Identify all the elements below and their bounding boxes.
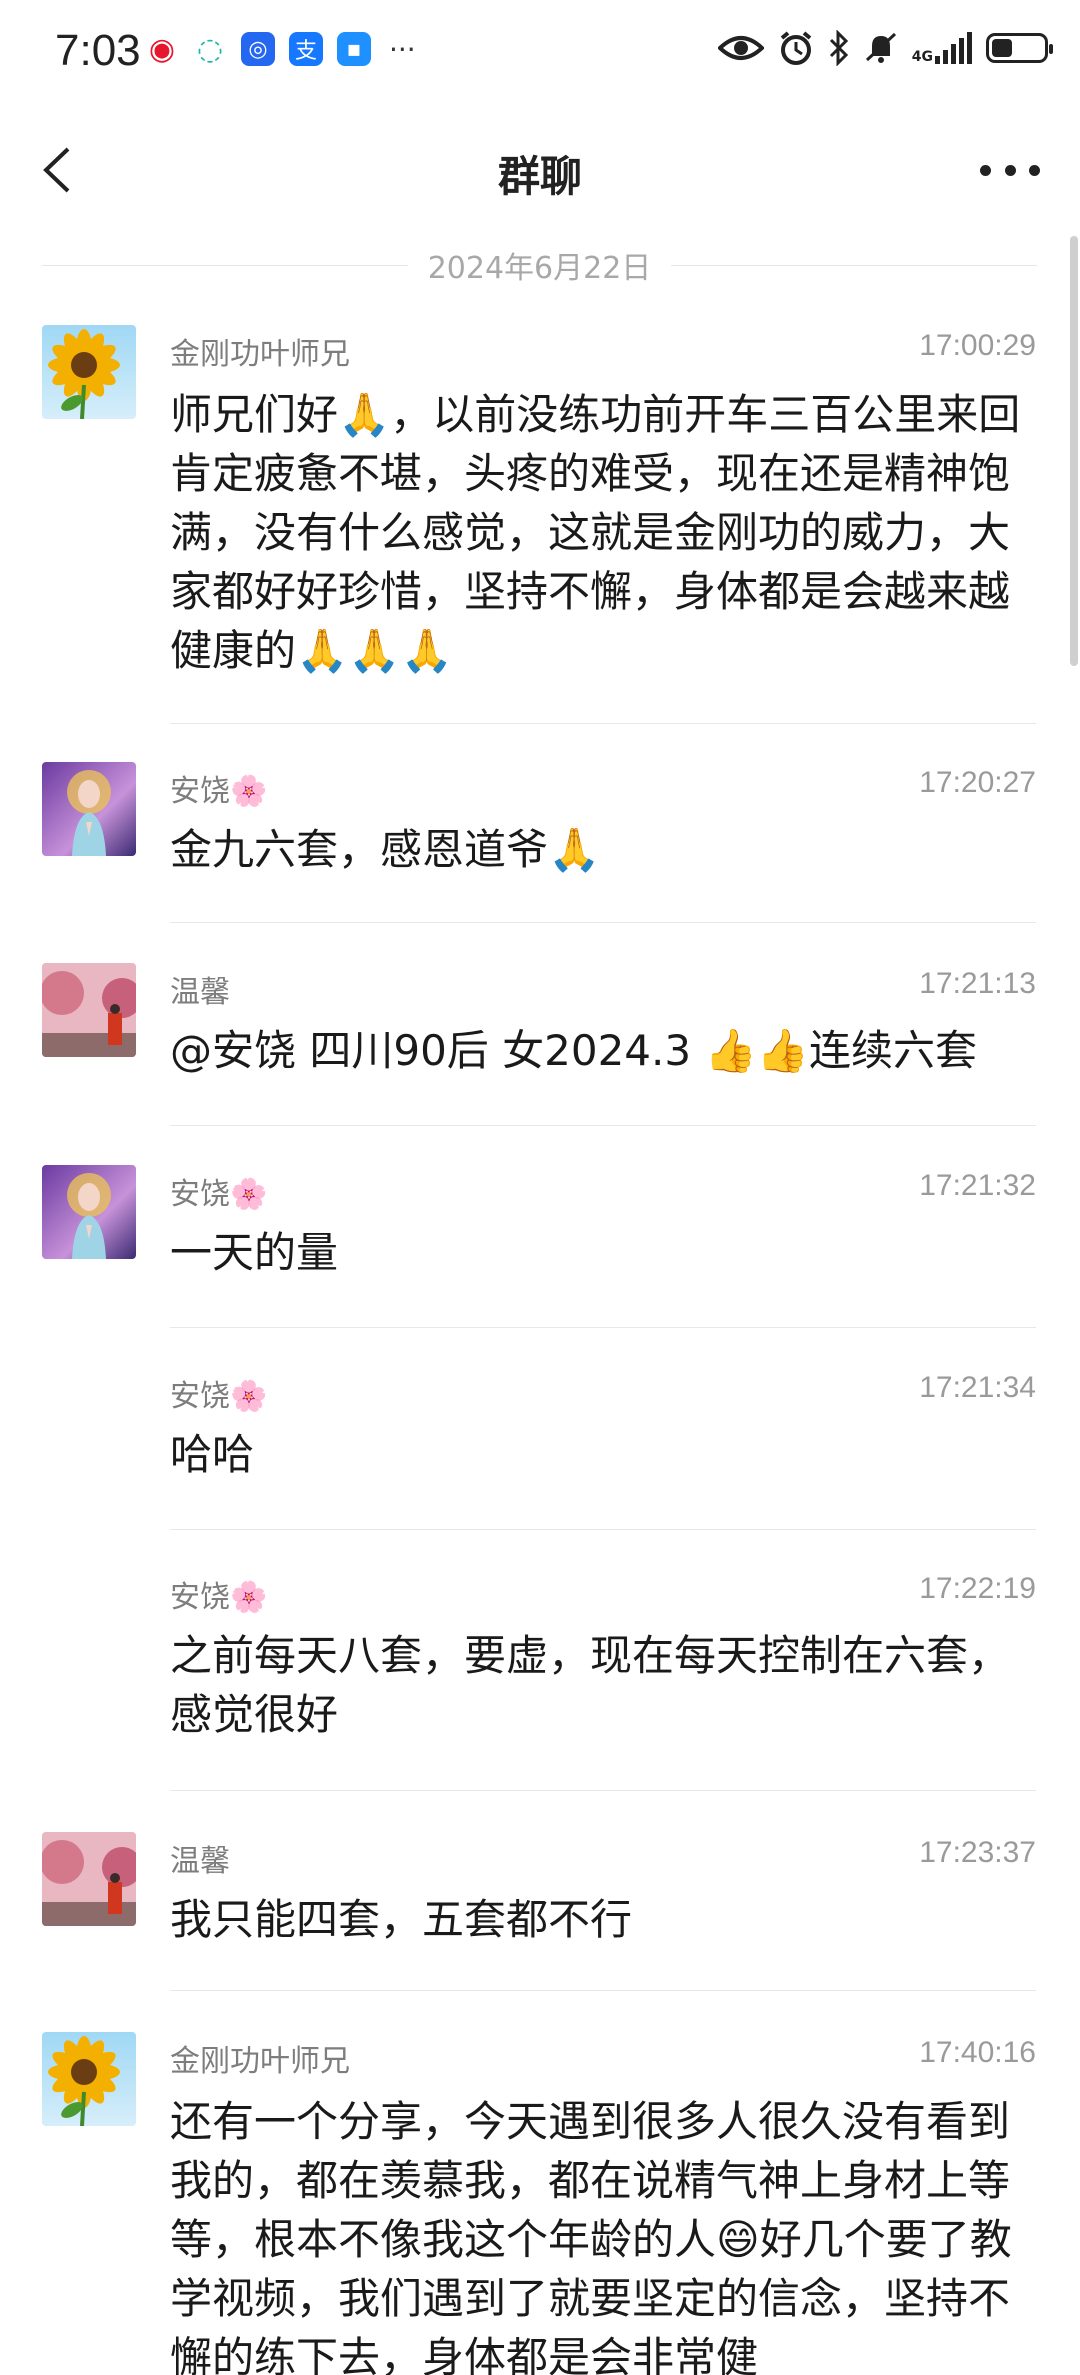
message-item[interactable]: 安饶🌸 17:21:34 哈哈 [0,1367,1080,1530]
date-label: 2024年6月22日 [427,251,652,286]
navigation-bar: 群聊 [0,115,1080,225]
sender-name: 金刚功叶师兄 [170,337,350,372]
more-options-icon[interactable] [980,150,1040,190]
message-text: 一天的量 [170,1228,339,1277]
message-time: 17:21:32 [919,1169,1036,1202]
sender-name: 金刚功叶师兄 [170,2044,350,2079]
divider [170,723,1036,724]
sender-name: 安饶🌸 [170,1177,268,1212]
message-time: 17:21:13 [919,967,1036,1000]
message-item[interactable]: 安饶🌸 17:20:27 金九六套，感恩道爷🙏 [0,762,1080,923]
eye-icon [717,36,764,60]
sender-name: 温馨 [170,975,230,1010]
divider [170,1327,1036,1328]
quark-icon: ◌ [193,32,227,67]
divider [170,1529,1036,1530]
cellular-signal-icon: 4G [912,32,972,64]
sender-name: 安饶🌸 [170,1379,268,1414]
avatar[interactable] [42,325,136,419]
sender-name: 安饶🌸 [170,774,268,809]
message-text: 还有一个分享，今天遇到很多人很久没有看到我的，都在羡慕我，都在说精气神上身材上等… [170,2097,1012,2375]
divider [170,1990,1036,1991]
message-text: 我只能四套，五套都不行 [170,1895,633,1944]
message-item[interactable]: 安饶🌸 17:22:19 之前每天八套，要虚，现在每天控制在六套，感觉很好 [0,1568,1080,1791]
battery-icon [986,33,1053,63]
message-item[interactable]: 金刚功叶师兄 17:00:29 师兄们好🙏，以前没练功前开车三百公里来回肯定疲惫… [0,325,1080,725]
message-text: @安饶 四川90后 女2024.3 👍👍连续六套 [170,1026,978,1075]
alarm-icon [780,31,812,65]
baidu-icon: ◎ [241,32,275,66]
divider [170,1125,1036,1126]
mute-icon [865,32,896,63]
message-item[interactable]: 温馨 17:21:13 @安饶 四川90后 女2024.3 👍👍连续六套 [0,963,1080,1126]
sender-name: 温馨 [170,1844,230,1879]
message-time: 17:21:34 [919,1371,1036,1404]
avatar[interactable] [42,1165,136,1259]
avatar[interactable] [42,2032,136,2126]
date-separator: 2024年6月22日 [42,245,1038,286]
weibo-icon: ◉ [145,32,179,67]
message-item[interactable]: 安饶🌸 17:21:32 一天的量 [0,1165,1080,1328]
sender-name: 安饶🌸 [170,1580,268,1615]
message-time: 17:40:16 [919,2036,1036,2069]
message-text: 金九六套，感恩道爷🙏 [170,825,601,874]
divider [170,922,1036,923]
avatar[interactable] [42,1832,136,1926]
system-icons: 4G [717,30,1053,66]
message-text: 师兄们好🙏，以前没练功前开车三百公里来回肯定疲惫不堪，头疼的难受，现在还是精神饱… [170,390,1021,675]
message-item[interactable]: 金刚功叶师兄 17:40:16 还有一个分享，今天遇到很多人很久没有看到我的，都… [0,2032,1080,2375]
page-title: 群聊 [497,152,582,201]
message-text: 之前每天八套，要虚，现在每天控制在六套，感觉很好 [170,1631,1011,1739]
bluetooth-icon [829,30,848,66]
notification-icons: ◉ ◌ ◎ 支 ▪ ··· [145,32,416,67]
message-time: 17:23:37 [919,1836,1036,1869]
message-time: 17:20:27 [919,766,1036,799]
message-item[interactable]: 温馨 17:23:37 我只能四套，五套都不行 [0,1832,1080,1992]
avatar[interactable] [42,762,136,856]
avatar[interactable] [42,963,136,1057]
message-text: 哈哈 [170,1430,255,1479]
message-icon: ▪ [337,32,371,66]
message-time: 17:00:29 [919,329,1036,362]
more-notifications-icon: ··· [389,32,416,66]
status-time: 7:03 [55,26,141,75]
message-time: 17:22:19 [919,1572,1036,1605]
status-bar: 7:03 ◉ ◌ ◎ 支 ▪ ··· 4G [0,0,1080,105]
alipay-icon: 支 [289,32,323,66]
divider [170,1790,1036,1791]
